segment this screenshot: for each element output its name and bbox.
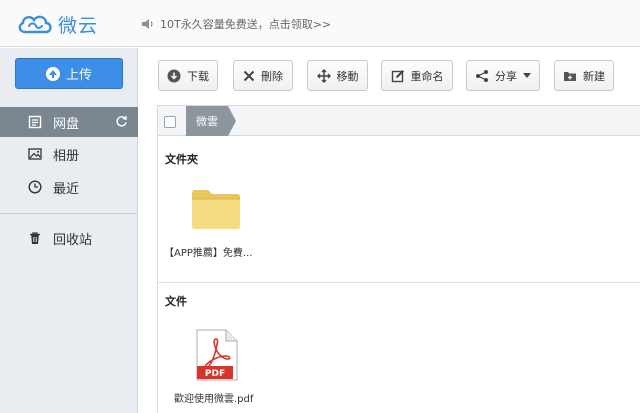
upload-button[interactable]: 上传 [15, 58, 123, 89]
cloud-logo-icon [18, 15, 52, 34]
move-arrows-icon [316, 68, 331, 83]
sidebar: 上传 网盘 相册 最近 回收站 [0, 48, 138, 413]
upload-label: 上传 [65, 68, 92, 83]
sidebar-item-recent[interactable]: 最近 [0, 172, 138, 202]
file-name[interactable]: 歡迎使用微雲.pdf [174, 390, 253, 405]
breadcrumb: 微雲 [158, 105, 640, 136]
rename-button[interactable]: 重命名 [381, 60, 453, 91]
promo-notice-text: 10T永久容量免费送，点击领取>> [160, 18, 332, 31]
share-button[interactable]: 分享 [466, 60, 540, 91]
section-divider [158, 282, 640, 283]
rename-label: 重命名 [410, 69, 444, 83]
pdf-file-icon[interactable]: PDF [195, 329, 239, 381]
new-folder-icon [564, 71, 576, 81]
select-all-checkbox[interactable] [164, 116, 176, 128]
breadcrumb-current[interactable]: 微雲 [186, 106, 236, 136]
promo-notice[interactable]: 10T永久容量免费送，点击领取>> [140, 16, 331, 32]
download-icon [167, 69, 181, 82]
sidebar-divider [0, 213, 138, 214]
download-label: 下载 [187, 69, 209, 83]
photo-icon [28, 148, 42, 160]
folders-section-title: 文件夾 [165, 153, 198, 166]
move-button[interactable]: 移動 [307, 60, 368, 91]
sidebar-item-trash[interactable]: 回收站 [0, 223, 138, 253]
delete-button[interactable]: 刪除 [233, 60, 293, 91]
sidebar-item-album[interactable]: 相册 [0, 139, 138, 169]
edit-icon [391, 69, 404, 82]
move-label: 移動 [336, 69, 359, 83]
sidebar-item-disk[interactable]: 网盘 [0, 107, 138, 137]
close-icon [243, 70, 255, 81]
new-label: 新建 [583, 69, 605, 83]
disk-icon [28, 115, 42, 129]
files-section-title: 文件 [165, 295, 187, 308]
folder-icon[interactable] [191, 188, 241, 230]
sidebar-item-label: 回收站 [53, 232, 93, 248]
toolbar: 下载 刪除 移動 重命名 分享 新建 [139, 48, 640, 105]
refresh-icon[interactable] [115, 115, 128, 128]
pdf-type-label: PDF [205, 369, 225, 379]
clock-icon [28, 180, 42, 194]
weiyun-logo[interactable]: 微云 [16, 10, 98, 38]
file-browser: 微雲 文件夾 【APP推薦】免費... 文件 PDF 歡迎使用微雲.pdf [157, 105, 640, 413]
download-button[interactable]: 下载 [158, 60, 218, 91]
upload-icon [45, 66, 60, 81]
logo-text: 微云 [58, 14, 99, 37]
top-header: 微云 10T永久容量免费送，点击领取>> [0, 0, 640, 47]
new-folder-button[interactable]: 新建 [554, 60, 614, 91]
speaker-icon [142, 19, 153, 29]
sidebar-item-label: 网盘 [53, 116, 80, 132]
breadcrumb-label: 微雲 [196, 115, 218, 128]
share-icon [476, 69, 488, 82]
folder-name[interactable]: 【APP推薦】免費... [164, 244, 252, 259]
chevron-down-icon [523, 72, 531, 78]
sidebar-item-label: 最近 [53, 181, 80, 197]
share-label: 分享 [495, 69, 517, 83]
trash-icon [30, 232, 40, 244]
delete-label: 刪除 [261, 69, 283, 83]
sidebar-item-label: 相册 [53, 148, 80, 164]
